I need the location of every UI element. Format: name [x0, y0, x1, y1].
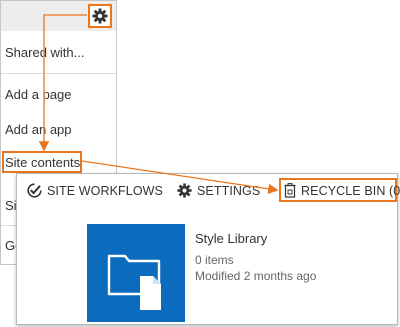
arrow-gear-to-site-contents — [38, 14, 87, 152]
callout-arrows — [38, 14, 279, 194]
arrow-site-contents-to-recycle-bin — [81, 160, 279, 194]
